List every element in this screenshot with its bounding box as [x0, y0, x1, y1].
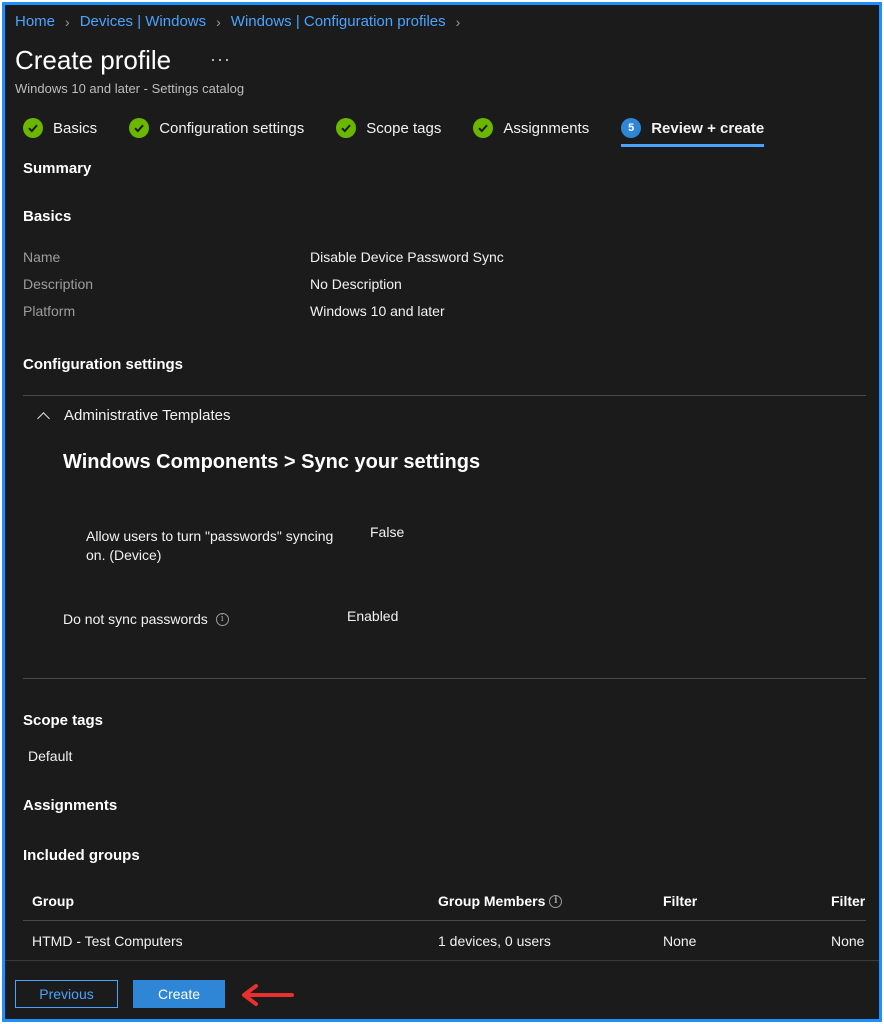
breadcrumb: Home › Devices | Windows › Windows | Con… [15, 13, 470, 30]
tab-configuration-settings[interactable]: Configuration settings [129, 113, 304, 143]
checkmark-icon [336, 118, 357, 138]
footer-divider [5, 960, 879, 961]
cell-filter: None [663, 933, 697, 949]
setting-do-not-sync-passwords: Do not sync passwords i [63, 611, 229, 627]
table-divider [23, 920, 866, 921]
description-value: No Description [310, 276, 402, 292]
tab-review-create[interactable]: 5 Review + create [621, 113, 765, 147]
column-header-filter-mode: Filter [831, 893, 866, 909]
step-label: Assignments [503, 119, 590, 137]
chevron-right-icon: › [216, 13, 221, 30]
chevron-up-icon [37, 411, 50, 425]
setting-do-not-sync-passwords-value: Enabled [347, 608, 399, 624]
breadcrumb-home[interactable]: Home [15, 13, 55, 30]
step-number-badge: 5 [621, 118, 642, 138]
divider [23, 395, 866, 396]
description-label: Description [23, 276, 94, 292]
more-options-icon[interactable]: ··· [210, 49, 231, 70]
group-label: Administrative Templates [64, 407, 231, 424]
name-label: Name [23, 249, 61, 265]
annotation-arrow-icon [242, 984, 294, 1006]
tab-scope-tags[interactable]: Scope tags [336, 113, 441, 143]
column-label: Group Members [438, 893, 546, 909]
administrative-templates-toggle[interactable]: Administrative Templates [37, 407, 231, 425]
step-label: Basics [53, 119, 98, 137]
column-header-group-members: Group Members i [438, 893, 563, 909]
breadcrumb-devices-windows[interactable]: Devices | Windows [80, 13, 206, 30]
platform-value: Windows 10 and later [310, 303, 445, 319]
included-groups-heading: Included groups [23, 847, 140, 864]
page-title: Create profile [15, 45, 172, 75]
configuration-settings-heading: Configuration settings [23, 356, 183, 373]
chevron-right-icon: › [455, 13, 461, 30]
setting-label: Do not sync passwords [63, 611, 208, 627]
wizard-steps: Basics Configuration settings Scope tags… [23, 113, 796, 147]
assignments-heading: Assignments [23, 797, 118, 814]
checkmark-icon [473, 118, 494, 138]
tab-assignments[interactable]: Assignments [473, 113, 589, 143]
cell-group: HTMD - Test Computers [32, 933, 183, 949]
tab-basics[interactable]: Basics [23, 113, 97, 143]
platform-label: Platform [23, 303, 76, 319]
previous-button[interactable]: Previous [15, 980, 118, 1008]
page-subtitle: Windows 10 and later - Settings catalog [15, 81, 245, 96]
divider [23, 678, 866, 679]
checkmark-icon [129, 118, 150, 138]
basics-heading: Basics [23, 208, 72, 225]
breadcrumb-configuration-profiles[interactable]: Windows | Configuration profiles [231, 13, 446, 30]
summary-heading: Summary [23, 160, 92, 177]
cell-group-members: 1 devices, 0 users [438, 933, 551, 949]
info-icon[interactable]: i [549, 894, 563, 908]
cell-filter-mode: None [831, 933, 865, 949]
name-value: Disable Device Password Sync [310, 249, 504, 265]
create-button[interactable]: Create [133, 980, 225, 1008]
setting-allow-passwords-sync-value: False [370, 524, 405, 540]
scope-tag-value: Default [28, 748, 73, 764]
step-label: Scope tags [366, 119, 442, 137]
chevron-right-icon: › [65, 13, 70, 30]
step-label: Review + create [651, 119, 765, 137]
step-label: Configuration settings [159, 119, 305, 137]
scope-tags-heading: Scope tags [23, 712, 104, 729]
setting-allow-passwords-sync-label: Allow users to turn "passwords" syncing … [86, 528, 334, 563]
info-icon[interactable]: i [215, 612, 229, 626]
portal-frame: Home › Devices | Windows › Windows | Con… [2, 2, 882, 1022]
column-header-group: Group [32, 893, 74, 909]
category-heading: Windows Components > Sync your settings [63, 451, 481, 473]
checkmark-icon [23, 118, 43, 138]
column-header-filter: Filter [663, 893, 698, 909]
